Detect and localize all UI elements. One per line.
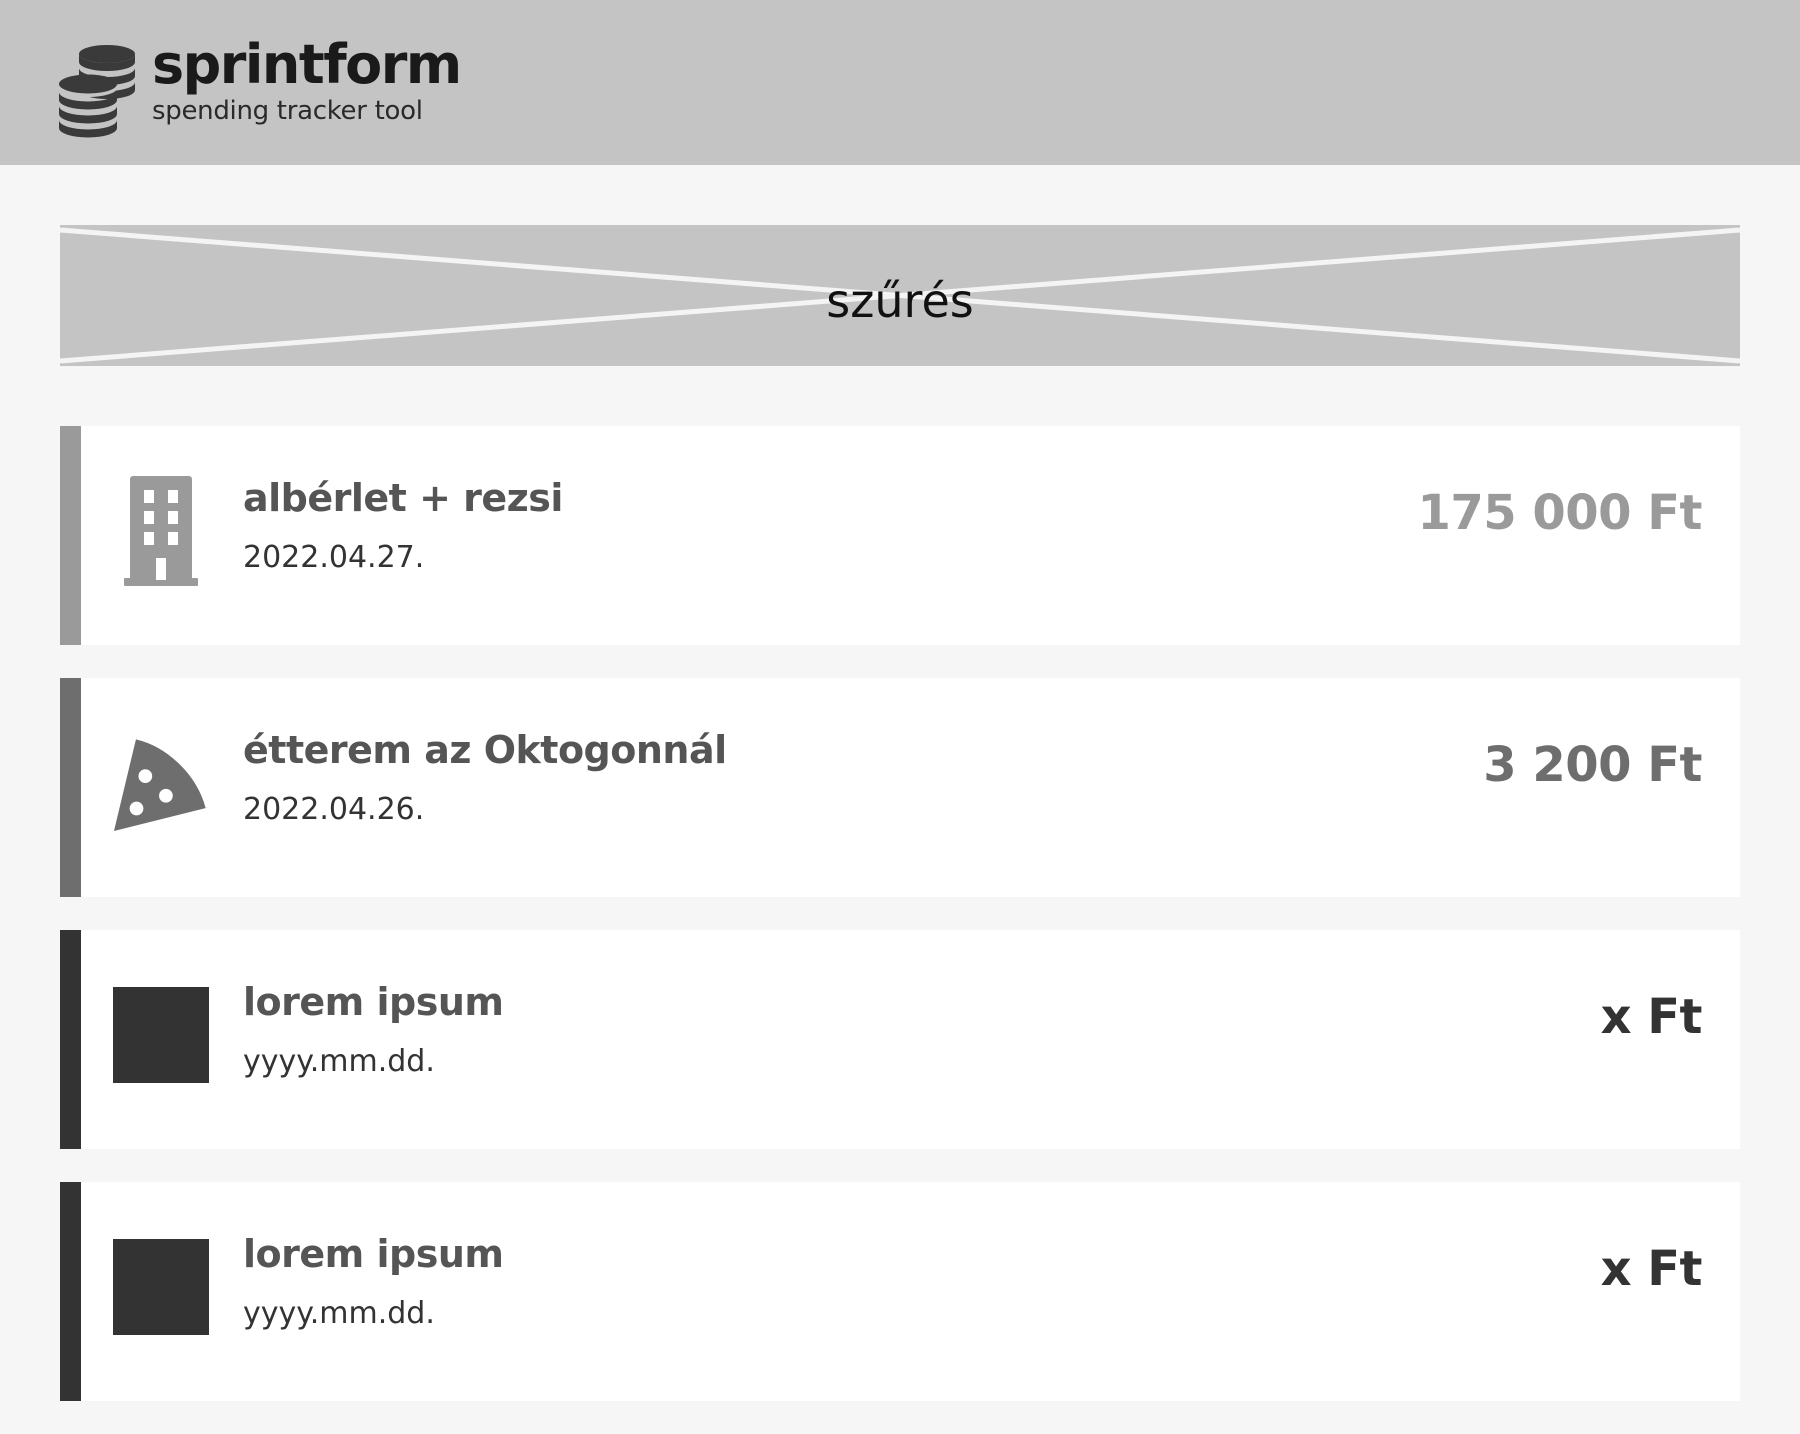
expense-card[interactable]: lorem ipsum yyyy.mm.dd. x Ft <box>60 930 1740 1149</box>
expense-card[interactable]: lorem ipsum yyyy.mm.dd. x Ft <box>60 1182 1740 1401</box>
expense-list: albérlet + rezsi 2022.04.27. 175 000 Ft … <box>60 426 1740 1434</box>
expense-title: lorem ipsum <box>243 1232 504 1276</box>
app-subtitle: spending tracker tool <box>152 96 423 126</box>
expense-date: 2022.04.26. <box>243 792 425 827</box>
expense-amount: x Ft <box>1600 989 1703 1045</box>
category-color-bar <box>60 1182 81 1401</box>
app-name: sprintform <box>152 33 462 96</box>
filter-label: szűrés <box>826 273 974 328</box>
placeholder-square-icon <box>113 1231 209 1343</box>
category-color-bar <box>60 678 81 897</box>
expense-amount: 3 200 Ft <box>1483 737 1702 793</box>
expense-card[interactable]: albérlet + rezsi 2022.04.27. 175 000 Ft <box>60 426 1740 645</box>
expense-card[interactable]: étterem az Oktogonnál 2022.04.26. 3 200 … <box>60 678 1740 897</box>
building-icon <box>113 475 209 587</box>
category-color-bar <box>60 930 81 1149</box>
placeholder-square-icon <box>113 979 209 1091</box>
expense-date: yyyy.mm.dd. <box>243 1296 435 1331</box>
category-color-bar <box>60 426 81 645</box>
expense-title: lorem ipsum <box>243 980 504 1024</box>
pizza-icon <box>113 727 209 839</box>
filter-button[interactable]: szűrés <box>60 225 1740 366</box>
expense-title: étterem az Oktogonnál <box>243 728 727 772</box>
expense-amount: x Ft <box>1600 1241 1703 1297</box>
coins-stack-icon <box>58 45 135 138</box>
expense-date: 2022.04.27. <box>243 540 425 575</box>
expense-amount: 175 000 Ft <box>1417 485 1702 541</box>
expense-date: yyyy.mm.dd. <box>243 1044 435 1079</box>
expense-title: albérlet + rezsi <box>243 476 563 520</box>
app-header: sprintform spending tracker tool <box>0 0 1800 165</box>
app-logo[interactable]: sprintform spending tracker tool <box>58 28 462 138</box>
